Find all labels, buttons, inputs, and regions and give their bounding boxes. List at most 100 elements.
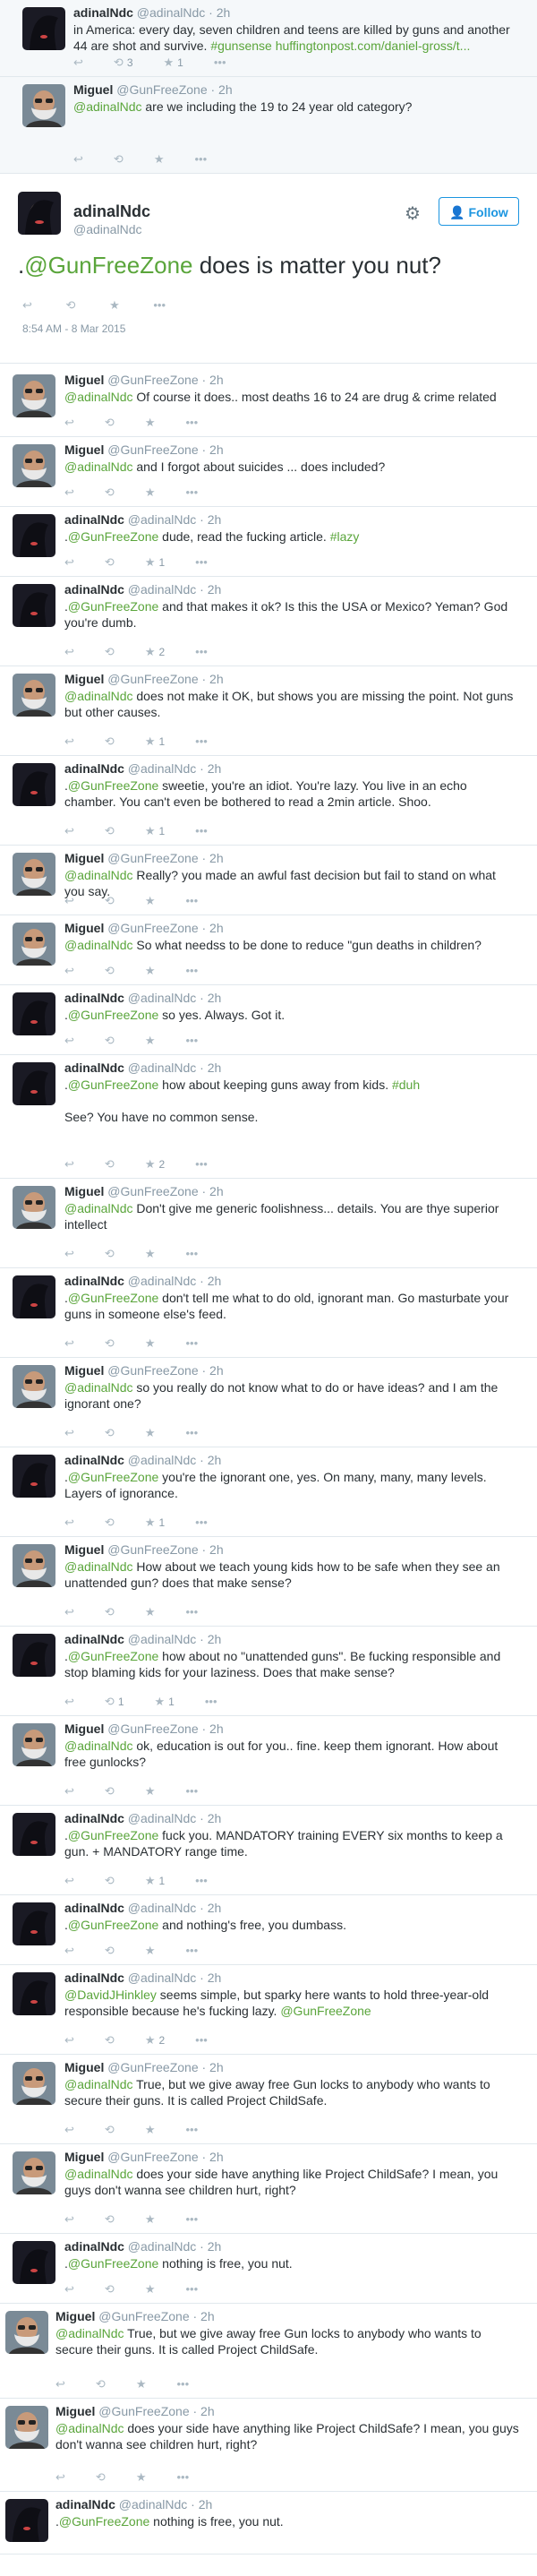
retweet-icon[interactable]: ⟲ [105,824,115,838]
more-icon[interactable]: ••• [185,1605,198,1619]
avatar[interactable] [13,763,55,806]
author-name[interactable]: Miguel [55,2309,95,2323]
avatar[interactable] [13,1365,55,1408]
author-name[interactable]: Miguel [64,1542,104,1557]
text-link[interactable]: @GunFreeZone [68,1470,158,1484]
favorite-icon[interactable]: ★ [145,964,156,978]
tweet-time[interactable]: · 2h [193,2404,215,2418]
reply-icon[interactable]: ↩ [73,56,83,70]
more-icon[interactable]: ••• [185,485,198,499]
tweet-time[interactable]: · 2h [200,1060,221,1075]
avatar[interactable] [22,84,65,127]
favorite-icon[interactable]: ★ [145,555,156,570]
text-link[interactable]: #lazy [330,529,360,544]
avatar[interactable] [13,1062,55,1105]
author-handle[interactable]: @GunFreeZone [98,2404,189,2418]
tweet-time[interactable]: · 2h [202,1363,224,1378]
retweet-icon[interactable]: ⟲ [105,416,115,430]
reply-icon[interactable]: ↩ [64,1336,74,1351]
author-handle[interactable]: @GunFreeZone [107,921,198,935]
text-link[interactable]: @DavidJHinkley [64,1988,157,2002]
author-handle[interactable]: @GunFreeZone [98,2309,189,2323]
author-handle[interactable]: @adinalNdc [128,512,196,527]
retweet-icon[interactable]: ⟲ [105,1426,115,1440]
avatar[interactable] [5,2311,48,2354]
text-link[interactable]: @GunFreeZone [68,1918,158,1932]
avatar[interactable] [5,2499,48,2542]
favorite-icon[interactable]: ★ [136,2377,147,2391]
author-handle[interactable]: @GunFreeZone [107,672,198,686]
reply-icon[interactable]: ↩ [64,734,74,749]
text-link[interactable]: @GunFreeZone [68,778,158,793]
more-icon[interactable]: ••• [195,734,208,748]
text-link[interactable]: @adinalNdc [64,459,132,474]
tweet-time[interactable]: · 2h [202,2060,224,2074]
tweet-time[interactable]: · 2h [202,921,224,935]
tweet-time[interactable]: · 2h [202,373,224,387]
tweet-time[interactable]: · 2h [200,761,221,776]
avatar[interactable] [13,1902,55,1945]
author-handle[interactable]: @adinalNdc [128,1971,196,1985]
favorite-icon[interactable]: ★ [145,894,156,908]
reply-icon[interactable]: ↩ [64,2123,74,2137]
retweet-icon[interactable]: ⟲ [105,1695,115,1709]
favorite-icon[interactable]: ★ [145,1874,156,1888]
reply-icon[interactable]: ↩ [64,1426,74,1440]
more-icon[interactable]: ••• [205,1695,217,1708]
more-icon[interactable]: ••• [195,1516,208,1529]
favorite-icon[interactable]: ★ [145,1426,156,1440]
favorite-icon[interactable]: ★ [145,824,156,838]
author-handle[interactable]: @adinalNdc [119,2497,187,2512]
more-icon[interactable]: ••• [195,2033,208,2047]
favorite-icon[interactable]: ★ [145,1247,156,1261]
retweet-icon[interactable]: ⟲ [105,2033,115,2048]
avatar[interactable] [13,1634,55,1677]
favorite-icon[interactable]: ★ [145,485,156,500]
more-icon[interactable]: ••• [195,555,208,569]
author-handle[interactable]: @GunFreeZone [107,2060,198,2074]
author-name[interactable]: adinalNdc [64,991,124,1005]
author-name[interactable]: adinalNdc [64,1971,124,1985]
text-link[interactable]: @adinalNdc [64,1559,132,1574]
avatar[interactable] [13,374,55,417]
reply-icon[interactable]: ↩ [64,1605,74,1619]
favorite-icon[interactable]: ★ [164,56,175,70]
author-name[interactable]: adinalNdc [64,1453,124,1467]
reply-icon[interactable]: ↩ [64,416,74,430]
author-handle[interactable]: @adinalNdc [128,582,196,597]
author-name[interactable]: adinalNdc [73,5,133,20]
author-name[interactable]: Miguel [64,373,104,387]
tweet-time[interactable]: · 2h [200,2239,221,2254]
reply-icon[interactable]: ↩ [64,894,74,908]
retweet-icon[interactable]: ⟲ [96,2377,106,2391]
favorite-icon[interactable]: ★ [155,1695,166,1709]
author-name[interactable]: Miguel [64,1184,104,1198]
more-icon[interactable]: ••• [185,1426,198,1439]
author-handle[interactable]: @GunFreeZone [107,1722,198,1736]
author-handle[interactable]: @GunFreeZone [107,1363,198,1378]
reply-icon[interactable]: ↩ [64,2033,74,2048]
retweet-icon[interactable]: ⟲ [114,152,124,167]
author-handle[interactable]: @GunFreeZone [107,442,198,457]
reply-icon[interactable]: ↩ [64,1874,74,1888]
avatar[interactable] [13,923,55,966]
author-handle[interactable]: @adinalNdc [137,5,205,20]
retweet-icon[interactable]: ⟲ [66,298,76,313]
reply-icon[interactable]: ↩ [64,2282,74,2297]
more-icon[interactable]: ••• [214,56,226,69]
avatar[interactable] [13,2151,55,2194]
author-name[interactable]: adinalNdc [64,1811,124,1825]
gear-icon[interactable]: ⚙ [405,202,421,225]
text-link[interactable]: @GunFreeZone [68,1008,158,1022]
retweet-icon[interactable]: ⟲ [105,2212,115,2227]
main-timestamp[interactable]: 8:54 AM - 8 Mar 2015 [22,322,125,335]
favorite-icon[interactable]: ★ [145,2212,156,2227]
text-link[interactable]: @adinalNdc [64,2167,132,2181]
author-name[interactable]: adinalNdc [64,1901,124,1915]
reply-icon[interactable]: ↩ [73,152,83,167]
retweet-icon[interactable]: ⟲ [105,734,115,749]
tweet-time[interactable]: · 2h [193,2309,215,2323]
retweet-icon[interactable]: ⟲ [105,1336,115,1351]
tweet-time[interactable]: · 2h [200,991,221,1005]
retweet-icon[interactable]: ⟲ [105,1605,115,1619]
